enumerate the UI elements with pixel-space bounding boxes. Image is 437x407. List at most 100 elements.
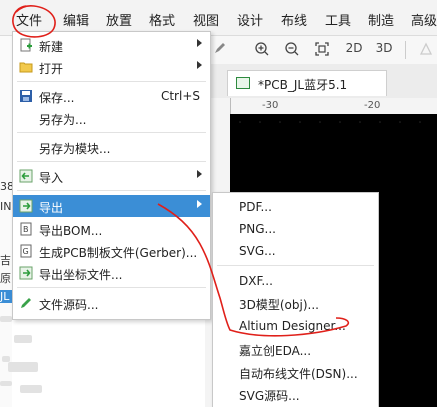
- menu-advanced[interactable]: 高级: [411, 10, 437, 29]
- menu-tools[interactable]: 工具: [325, 10, 351, 29]
- blurred-content: [0, 316, 12, 322]
- pcb-file-icon: [236, 77, 250, 89]
- menu-separator: [17, 161, 206, 162]
- ruler-tick: -30: [262, 100, 279, 111]
- menu-format[interactable]: 格式: [149, 10, 175, 29]
- left-panel-text: JL: [0, 290, 12, 303]
- menu-place[interactable]: 放置: [106, 10, 132, 29]
- left-panel-text: 原: [0, 272, 11, 285]
- menu-design[interactable]: 设计: [237, 10, 263, 29]
- svg-text:B: B: [23, 225, 29, 234]
- import-icon: [19, 169, 33, 183]
- toolbar-divider: [405, 41, 406, 59]
- export-dxf[interactable]: DXF...: [213, 270, 378, 292]
- export-svg[interactable]: SVG...: [213, 240, 378, 262]
- export-dsn[interactable]: 自动布线文件(DSN)...: [213, 361, 378, 383]
- new-file-icon: [19, 38, 33, 52]
- menu-item-open[interactable]: 打开: [13, 56, 210, 78]
- menu-item-label: 新建: [39, 40, 64, 54]
- tab-label: *PCB_JL蓝牙5.1: [258, 78, 348, 92]
- blurred-content: [20, 385, 42, 393]
- svg-text:G: G: [23, 247, 29, 256]
- left-panel-text: 吉: [0, 254, 11, 267]
- menu-item-label: SVG源码...: [239, 389, 300, 403]
- zoom-in-icon[interactable]: [251, 41, 273, 59]
- menu-item-source-code[interactable]: 文件源码...: [13, 292, 210, 314]
- menu-separator: [217, 265, 374, 266]
- menu-item-label: PNG...: [239, 222, 276, 236]
- view-3d-button[interactable]: 3D: [371, 41, 397, 59]
- blurred-content: [0, 381, 12, 386]
- export-lceda[interactable]: 嘉立创EDA...: [213, 338, 378, 360]
- disabled-tool-icon: [415, 41, 437, 59]
- left-panel-text: IN: [0, 200, 12, 213]
- menu-item-gerber[interactable]: G 生成PCB制板文件(Gerber)...: [13, 240, 210, 262]
- menu-item-shortcut: Ctrl+S: [160, 89, 200, 103]
- menu-item-label: 文件源码...: [39, 298, 99, 312]
- menu-item-label: 导出坐标文件...: [39, 268, 123, 282]
- menu-manufacture[interactable]: 制造: [368, 10, 394, 29]
- menu-item-export-coordinates[interactable]: 导出坐标文件...: [13, 262, 210, 284]
- file-menu: 新建 打开 保存... Ctrl+S 另存为... 另存为模块... 导入 导出: [12, 31, 211, 320]
- menu-separator: [17, 81, 206, 82]
- menu-item-label: 导出BOM...: [39, 224, 103, 238]
- ruler-tick: -20: [364, 100, 381, 111]
- export-icon: [19, 199, 33, 213]
- submenu-arrow-icon: [197, 200, 202, 208]
- bom-icon: B: [19, 222, 33, 236]
- menu-item-new[interactable]: 新建: [13, 34, 210, 56]
- menu-item-export[interactable]: 导出: [13, 195, 210, 217]
- export-svg-source[interactable]: SVG源码...: [213, 383, 378, 405]
- document-tabs: *PCB_JL蓝牙5.1: [205, 64, 437, 99]
- submenu-arrow-icon: [197, 170, 202, 178]
- menu-item-label: PDF...: [239, 200, 272, 214]
- menu-item-label: SVG...: [239, 244, 276, 258]
- menu-item-label: 导出: [39, 201, 64, 215]
- menu-item-label: 3D模型(obj)...: [239, 298, 319, 312]
- toolbar: 2D 3D: [205, 36, 437, 65]
- export-pdf[interactable]: PDF...: [213, 196, 378, 218]
- gerber-icon: G: [19, 244, 33, 258]
- menu-item-save[interactable]: 保存... Ctrl+S: [13, 85, 210, 107]
- export-3d-model[interactable]: 3D模型(obj)...: [213, 292, 378, 314]
- menu-separator: [17, 132, 206, 133]
- save-icon: [19, 89, 33, 103]
- submenu-arrow-icon: [197, 61, 202, 69]
- menu-separator: [17, 190, 206, 191]
- menu-file[interactable]: 文件: [16, 10, 42, 29]
- blurred-content: [14, 335, 32, 343]
- menu-separator: [17, 287, 206, 288]
- menu-item-label: 另存为模块...: [39, 142, 111, 156]
- menu-item-label: 自动布线文件(DSN)...: [239, 367, 358, 381]
- menu-view[interactable]: 视图: [193, 10, 219, 29]
- menu-edit[interactable]: 编辑: [63, 10, 89, 29]
- pencil-icon: [19, 296, 33, 310]
- export-altium-designer[interactable]: Altium Designer...: [213, 315, 378, 337]
- pen-icon[interactable]: [209, 41, 231, 59]
- fit-view-icon[interactable]: [311, 41, 333, 59]
- menu-item-label: 导入: [39, 171, 64, 185]
- menu-item-save-as[interactable]: 另存为...: [13, 107, 210, 129]
- open-folder-icon: [19, 60, 33, 74]
- menu-item-label: DXF...: [239, 274, 273, 288]
- menu-item-label: 嘉立创EDA...: [239, 344, 312, 358]
- menu-item-label: 保存...: [39, 91, 75, 105]
- coordinate-icon: [19, 266, 33, 280]
- zoom-out-icon[interactable]: [281, 41, 303, 59]
- menu-item-export-bom[interactable]: B 导出BOM...: [13, 218, 210, 240]
- menu-item-label: 生成PCB制板文件(Gerber)...: [39, 246, 198, 260]
- menu-item-save-as-module[interactable]: 另存为模块...: [13, 136, 210, 158]
- submenu-arrow-icon: [197, 39, 202, 47]
- menu-item-import[interactable]: 导入: [13, 165, 210, 187]
- blurred-content: [8, 362, 38, 372]
- tab-pcb[interactable]: *PCB_JL蓝牙5.1: [227, 70, 387, 96]
- left-panel: 38 IN JL 吉 原: [0, 36, 14, 407]
- menu-item-label: Altium Designer...: [239, 319, 346, 333]
- export-submenu: PDF... PNG... SVG... DXF... 3D模型(obj)...…: [212, 192, 379, 407]
- export-png[interactable]: PNG...: [213, 218, 378, 240]
- menu-item-label: 打开: [39, 62, 64, 76]
- view-2d-button[interactable]: 2D: [341, 41, 367, 59]
- menu-item-label: 另存为...: [39, 113, 87, 127]
- menu-route[interactable]: 布线: [281, 10, 307, 29]
- ruler-horizontal: -30 -20: [230, 98, 437, 115]
